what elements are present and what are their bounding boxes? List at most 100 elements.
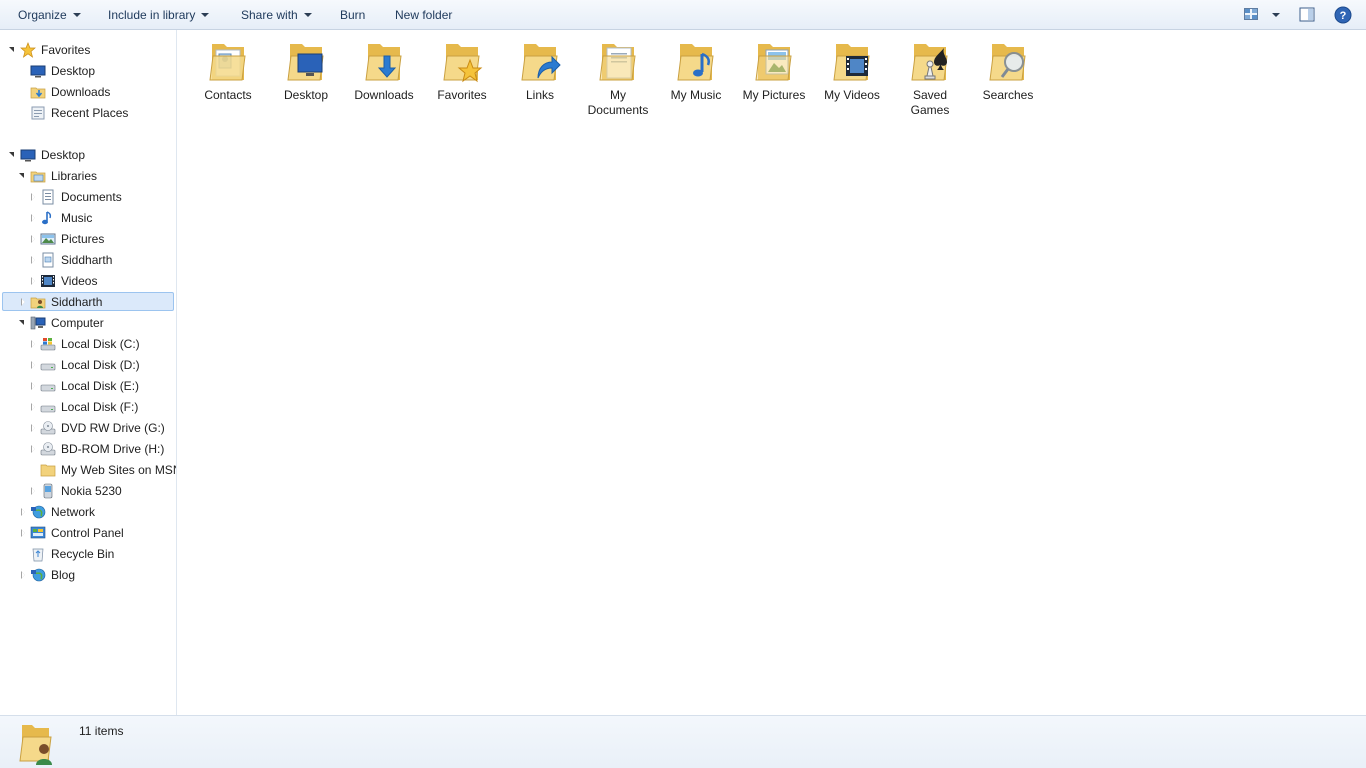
expander-open-icon[interactable]: [9, 40, 17, 60]
nav-label: Local Disk (E:): [61, 379, 140, 393]
nav-nokia[interactable]: Nokia 5230: [0, 481, 176, 501]
nav-label: DVD RW Drive (G:): [61, 421, 165, 435]
chevron-down-icon: [1272, 13, 1280, 17]
expander-closed-icon[interactable]: [30, 439, 38, 459]
chevron-down-icon: [303, 13, 312, 17]
folder-label: Contacts: [204, 88, 252, 102]
nav-label: Music: [61, 211, 93, 225]
recent-places-icon: [31, 106, 45, 120]
folder-my-music[interactable]: My Music: [659, 38, 733, 103]
new-folder-button[interactable]: New folder: [395, 7, 452, 23]
expander-closed-icon[interactable]: [20, 565, 28, 585]
nav-web-sites-msn[interactable]: My Web Sites on MSN: [0, 460, 176, 480]
dvd-drive-icon: [40, 421, 56, 435]
nav-network[interactable]: Network: [0, 502, 176, 522]
change-view-icon[interactable]: [1243, 6, 1261, 24]
folder-label: Links: [525, 88, 554, 102]
videos-icon: [41, 275, 55, 287]
downloads-folder-icon: [30, 87, 46, 99]
expander-closed-icon[interactable]: [30, 250, 38, 270]
include-in-library-label: Include in library: [108, 8, 196, 22]
nav-drive-e[interactable]: Local Disk (E:): [0, 376, 176, 396]
expander-closed-icon[interactable]: [30, 208, 38, 228]
folder-icon: [40, 464, 56, 477]
expander-closed-icon[interactable]: [30, 397, 38, 417]
expander-closed-icon[interactable]: [20, 523, 28, 543]
expander-open-icon[interactable]: [9, 145, 17, 165]
documents-icon: [42, 189, 54, 205]
expander-closed-icon[interactable]: [30, 271, 38, 291]
view-options-dropdown[interactable]: [1266, 7, 1280, 23]
expander-closed-icon[interactable]: [20, 502, 28, 522]
folder-links[interactable]: Links: [503, 38, 577, 103]
nav-libraries[interactable]: Libraries: [0, 166, 176, 186]
folder-my-videos[interactable]: My Videos: [815, 38, 889, 103]
expander-closed-icon[interactable]: [30, 418, 38, 438]
nav-drive-h[interactable]: BD-ROM Drive (H:): [0, 439, 176, 459]
expander-closed-icon[interactable]: [30, 355, 38, 375]
include-in-library-button[interactable]: Include in library: [108, 7, 210, 23]
nav-control-panel[interactable]: Control Panel: [0, 523, 176, 543]
nav-label: Desktop: [41, 148, 86, 162]
star-icon: [20, 42, 36, 58]
nav-label: Blog: [51, 568, 76, 582]
folder-label: Searches: [982, 88, 1034, 102]
organize-label: Organize: [18, 8, 67, 22]
nav-drive-g[interactable]: DVD RW Drive (G:): [0, 418, 176, 438]
folder-label: My Videos: [824, 88, 880, 102]
desktop-icon: [30, 65, 46, 78]
nav-favorites-downloads[interactable]: Downloads: [0, 82, 176, 102]
nav-favorites-recent-places[interactable]: Recent Places: [0, 103, 176, 123]
folder-downloads[interactable]: Downloads: [347, 38, 421, 103]
nav-user-siddharth[interactable]: Siddharth: [0, 292, 176, 312]
nav-blog[interactable]: Blog: [0, 565, 176, 585]
desktop-folder-icon: [287, 44, 324, 81]
expander-closed-icon[interactable]: [30, 376, 38, 396]
expander-closed-icon[interactable]: [30, 481, 38, 501]
expander-closed-icon[interactable]: [30, 334, 38, 354]
nav-favorites-desktop[interactable]: Desktop: [0, 61, 176, 81]
nav-library-music[interactable]: Music: [0, 208, 176, 228]
burn-button[interactable]: Burn: [340, 7, 365, 23]
nav-desktop[interactable]: Desktop: [0, 145, 176, 165]
nav-label: Libraries: [51, 169, 98, 183]
folder-searches[interactable]: Searches: [971, 38, 1045, 103]
folder-favorites[interactable]: Favorites: [425, 38, 499, 103]
nav-library-documents[interactable]: Documents: [0, 187, 176, 207]
nav-library-pictures[interactable]: Pictures: [0, 229, 176, 249]
nav-drive-d[interactable]: Local Disk (D:): [0, 355, 176, 375]
folder-my-pictures[interactable]: My Pictures: [737, 38, 811, 103]
expander-closed-icon[interactable]: [30, 187, 38, 207]
nav-label: Nokia 5230: [61, 484, 122, 498]
nav-label: Local Disk (F:): [61, 400, 139, 414]
nav-label: Documents: [61, 190, 122, 204]
folder-contacts[interactable]: Contacts: [191, 38, 265, 103]
expander-open-icon[interactable]: [19, 166, 27, 186]
expander-closed-icon[interactable]: [30, 229, 38, 249]
recycle-bin-icon: [32, 548, 44, 562]
nav-drive-c[interactable]: Local Disk (C:): [0, 334, 176, 354]
nav-recycle-bin[interactable]: Recycle Bin: [0, 544, 176, 564]
folder-desktop[interactable]: Desktop: [269, 38, 343, 103]
nav-favorites[interactable]: Favorites: [0, 40, 176, 60]
help-icon[interactable]: ?: [1334, 6, 1352, 24]
nav-drive-f[interactable]: Local Disk (F:): [0, 397, 176, 417]
saved-games-folder-icon: [911, 44, 948, 81]
expander-closed-icon[interactable]: [20, 292, 28, 312]
nav-label: Network: [51, 505, 96, 519]
organize-button[interactable]: Organize: [18, 7, 81, 23]
computer-icon: [30, 316, 46, 330]
folder-my-documents[interactable]: My Documents: [581, 38, 655, 118]
folder-label: My Music: [670, 88, 722, 102]
folder-label: Desktop: [283, 88, 329, 102]
expander-open-icon[interactable]: [19, 313, 27, 333]
nav-library-siddharth[interactable]: Siddharth: [0, 250, 176, 270]
preview-pane-icon[interactable]: [1298, 6, 1316, 24]
folder-label-line2: Documents: [587, 103, 649, 117]
nav-label: BD-ROM Drive (H:): [61, 442, 165, 456]
system-drive-icon: [40, 338, 56, 351]
nav-computer[interactable]: Computer: [0, 313, 176, 333]
share-with-button[interactable]: Share with: [241, 7, 312, 23]
folder-saved-games[interactable]: Saved Games: [893, 38, 967, 118]
nav-library-videos[interactable]: Videos: [0, 271, 176, 291]
